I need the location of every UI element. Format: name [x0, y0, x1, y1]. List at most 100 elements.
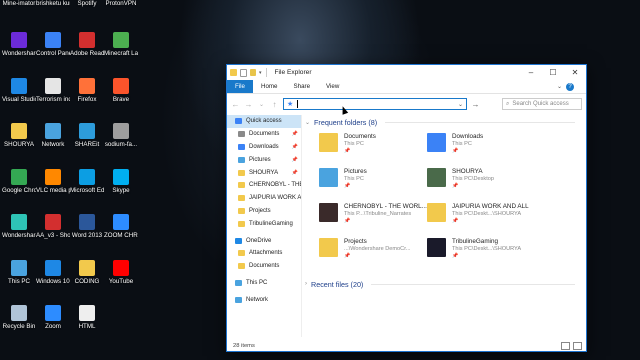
nav-item[interactable]: Network — [227, 293, 301, 306]
desktop-shortcut[interactable]: VLC media player — [36, 168, 70, 194]
help-icon[interactable]: ? — [566, 82, 574, 91]
nav-item[interactable]: Downloads 📌 — [227, 141, 301, 154]
folder-tile[interactable]: Downloads This PC 📌 — [427, 131, 535, 166]
go-icon[interactable]: → — [471, 100, 480, 109]
skype-icon — [113, 168, 129, 185]
nav-item[interactable]: Projects — [227, 205, 301, 218]
recent-locations-icon[interactable]: ⌄ — [257, 101, 266, 108]
desktop-shortcut[interactable]: Google Chrome — [2, 168, 36, 194]
desktop-shortcut[interactable]: Adobe Reader XI — [70, 32, 104, 57]
desktop-shortcut[interactable]: Word 2013 — [70, 214, 104, 239]
desktop-shortcut[interactable]: Minecraft Launcher — [104, 32, 138, 57]
nav-item[interactable]: SHOURYA 📌 — [227, 166, 301, 179]
up-icon[interactable]: ↑ — [270, 100, 279, 109]
desktop-shortcut[interactable]: Recycle Bin — [2, 305, 36, 330]
nav-item[interactable]: Attachments — [227, 247, 301, 260]
details-view-icon[interactable] — [561, 341, 570, 350]
folder-icon — [79, 259, 95, 276]
folder-tile[interactable]: JAIPURIA WORK AND ALL This PC\Deskt...\SH… — [427, 201, 535, 236]
desktop-shortcut[interactable]: Terrorism indicators ... — [36, 77, 70, 103]
desktop-shortcut[interactable]: Zoom — [36, 305, 70, 330]
address-bar[interactable]: ★ ⌄ — [283, 98, 467, 110]
ribbon-expand[interactable]: ⌄ ? — [549, 80, 582, 93]
desktop-shortcut[interactable]: SHAREit — [70, 123, 104, 148]
brave-icon — [113, 77, 129, 94]
nav-item[interactable]: OneDrive — [227, 234, 301, 247]
desktop-shortcut[interactable]: AA_v3 - Shortcut — [36, 214, 70, 239]
nav-item[interactable]: This PC — [227, 277, 301, 290]
back-icon[interactable]: ← — [231, 100, 240, 109]
desktop-shortcut[interactable]: Network — [36, 123, 70, 148]
desktop-shortcut-label: Control Panel — [36, 50, 70, 57]
nav-item[interactable]: Pictures 📌 — [227, 153, 301, 166]
tab-file[interactable]: File — [227, 80, 253, 93]
desktop-shortcut[interactable]: Control Panel — [36, 32, 70, 57]
folder-tile[interactable]: SHOURYA This PC\Desktop 📌 — [427, 166, 535, 201]
desktop-shortcut[interactable]: Skype — [104, 168, 138, 194]
desktop-shortcut-label: Skype — [112, 186, 130, 194]
chevron-down-icon[interactable]: ⌄ — [557, 83, 562, 90]
folder-tile[interactable]: Documents This PC 📌 — [319, 131, 427, 166]
properties-icon[interactable] — [240, 68, 247, 77]
desktop-shortcut[interactable]: Firefox — [70, 77, 104, 103]
desktop-shortcut[interactable]: Microsoft Edge — [70, 168, 104, 194]
pin-icon: 📌 — [344, 148, 351, 154]
desktop-shortcut[interactable]: Mine-imator — [2, 0, 36, 7]
tab-home[interactable]: Home — [253, 80, 286, 93]
folder-tile[interactable]: TribulineGaming This PC\Deskt...\SHOURYA 📌 — [427, 236, 535, 271]
desktop-shortcut[interactable]: Visual Studio Code — [2, 77, 36, 103]
recent-files-header[interactable]: › Recent files (20) — [305, 277, 575, 291]
folder-name: JAIPURIA WORK AND ALL — [452, 203, 529, 210]
tab-view[interactable]: View — [318, 80, 347, 93]
nav-item[interactable]: JAIPURIA WORK AN📌 — [227, 192, 301, 205]
maximize-button[interactable]: ☐ — [542, 65, 564, 80]
this-pc-icon — [235, 279, 242, 286]
desktop-shortcut[interactable]: ZOOM CHROME — [104, 214, 138, 239]
address-dropdown-icon[interactable]: ⌄ — [458, 101, 463, 108]
forward-icon[interactable]: → — [244, 100, 253, 109]
folder-icon[interactable] — [230, 69, 237, 76]
nav-item-label: CHERNOBYL - THE W — [249, 182, 301, 189]
search-input[interactable]: ⌕ Search Quick access — [502, 98, 582, 110]
large-icons-view-icon[interactable] — [573, 341, 582, 350]
folder-tile[interactable]: Pictures This PC 📌 — [319, 166, 427, 201]
desktop-shortcut[interactable]: YouTube — [104, 259, 138, 285]
desktop-shortcut-label: HTML — [78, 323, 96, 330]
nav-item[interactable]: Quick access — [227, 115, 301, 128]
frequent-folders-header[interactable]: ⌄ Frequent folders (8) — [305, 115, 575, 129]
folder-tile[interactable]: CHERNOBYL - THE WORL... This P...\Tribuli… — [319, 201, 427, 236]
desktop-shortcut[interactable]: CODING — [70, 259, 104, 285]
nav-item[interactable]: Documents 📌 — [227, 128, 301, 141]
desktop-shortcut[interactable]: Spotify — [70, 0, 104, 7]
desktop-shortcut[interactable]: sodium-fa... — [104, 123, 138, 148]
nav-item-label: Downloads — [249, 143, 279, 150]
desktop-shortcut[interactable]: ProtonVPN — [104, 0, 138, 7]
document-icon — [79, 305, 95, 321]
desktop-shortcut[interactable]: This PC — [2, 259, 36, 285]
desktop-shortcut[interactable]: Wondershare Filmora X — [2, 214, 36, 239]
desktop-shortcut[interactable]: Wondershare DemoCreator — [2, 32, 36, 57]
pictures-folder-icon — [319, 168, 338, 187]
new-folder-icon[interactable] — [250, 69, 256, 76]
desktop-shortcut[interactable]: brishketu kumar — [36, 0, 70, 7]
address-row: ← → ⌄ ↑ ★ ⌄ → ⌕ Search Quick access — [227, 94, 586, 114]
nav-item-label: Attachments — [249, 250, 283, 257]
desktop-shortcut[interactable]: Windows 10 Update As... — [36, 259, 70, 285]
nav-item-label: TribulineGaming — [249, 220, 293, 227]
chevron-right-icon[interactable]: › — [305, 281, 307, 287]
qat-dropdown-icon[interactable]: ▾ — [259, 70, 262, 76]
nav-item[interactable]: Documents — [227, 260, 301, 273]
folder-tile[interactable]: Projects ...\Wondershare DemoCr... 📌 — [319, 236, 427, 271]
nav-item[interactable]: CHERNOBYL - THE W📌 — [227, 179, 301, 192]
minimize-button[interactable]: – — [520, 65, 542, 80]
desktop-shortcut-label: Zoom — [45, 323, 61, 330]
nav-item[interactable]: TribulineGaming — [227, 217, 301, 230]
desktop-shortcut[interactable]: HTML — [70, 305, 104, 330]
desktop-shortcut[interactable]: Brave — [104, 77, 138, 103]
close-button[interactable]: ✕ — [564, 65, 586, 80]
tab-share[interactable]: Share — [286, 80, 319, 93]
image-folder-icon — [427, 168, 446, 187]
chevron-down-icon[interactable]: ⌄ — [305, 119, 310, 126]
desktop-shortcut[interactable]: SHOURYA — [2, 123, 36, 148]
desktop-shortcut-label: AA_v3 - Shortcut — [36, 232, 70, 239]
